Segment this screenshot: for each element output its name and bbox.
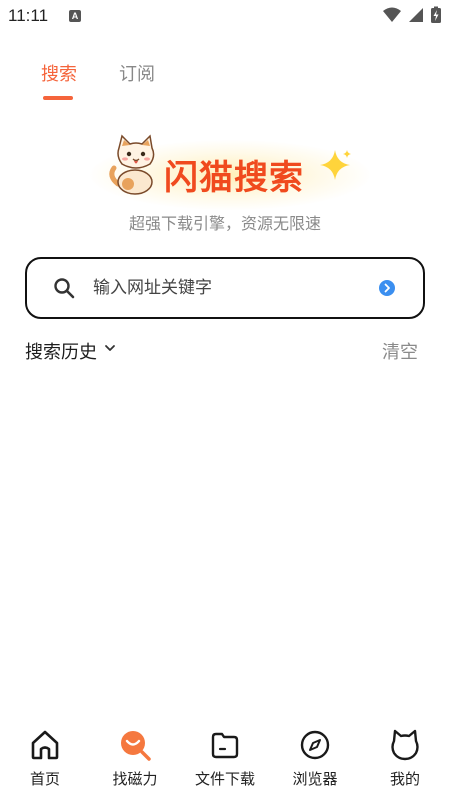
search-input[interactable]: [93, 273, 363, 303]
sparkle-icon: [320, 150, 351, 180]
tab-subscribe[interactable]: 订阅: [119, 60, 155, 86]
bottom-nav: 首页 找磁力 文件下载 浏览器 我的: [0, 724, 450, 800]
magnet-search-icon: [121, 731, 151, 761]
brand-slogan: 超强下载引擎，资源无限速: [128, 214, 321, 233]
clear-history-button[interactable]: 清空: [382, 338, 418, 364]
brand-banner: 闪猫搜索 超强下载引擎，资源无限速: [0, 130, 450, 240]
brand-title: 闪猫搜索: [164, 158, 304, 198]
wifi-icon: [382, 7, 401, 22]
nav-label-profile: 我的: [389, 770, 420, 788]
status-time: 11:11: [8, 6, 49, 25]
nav-label-browser: 浏览器: [292, 770, 338, 788]
folder-icon: [211, 732, 239, 759]
home-icon: [31, 730, 59, 760]
nav-item-home[interactable]: 首页: [0, 728, 90, 796]
cat-mascot-icon: [109, 134, 155, 195]
nav-item-magnet[interactable]: 找磁力: [90, 728, 180, 796]
search-icon: [54, 278, 75, 299]
nav-label-downloads: 文件下载: [194, 770, 255, 788]
search-box[interactable]: [25, 257, 425, 319]
chevron-down-icon[interactable]: [104, 343, 116, 353]
nav-item-downloads[interactable]: 文件下载: [180, 728, 270, 796]
compass-icon: [300, 730, 330, 760]
nav-item-browser[interactable]: 浏览器: [270, 728, 360, 796]
search-history-title[interactable]: 搜索历史: [25, 338, 97, 364]
nav-item-profile[interactable]: 我的: [360, 728, 450, 796]
signal-icon: [408, 8, 423, 22]
status-bar: 11:11 A: [0, 0, 450, 32]
active-tab-indicator: [43, 96, 73, 100]
nav-label-home: 首页: [29, 770, 60, 788]
battery-charging-icon: [431, 6, 441, 23]
keyboard-indicator-icon: A: [69, 10, 81, 22]
go-arrow-icon[interactable]: [379, 280, 395, 296]
status-indicators: [382, 6, 442, 24]
nav-label-magnet: 找磁力: [112, 770, 158, 788]
search-history-header: 搜索历史 清空: [0, 338, 450, 364]
tab-search[interactable]: 搜索: [41, 60, 77, 86]
cat-head-icon: [391, 729, 419, 761]
top-tabs: 搜索 订阅: [0, 56, 450, 102]
